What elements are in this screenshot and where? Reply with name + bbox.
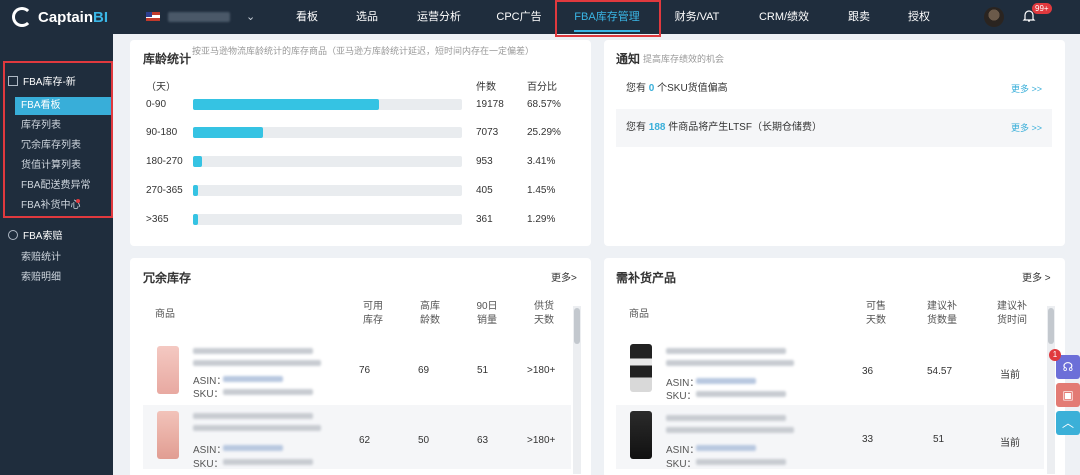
age-count: 361 — [476, 214, 493, 225]
sidebar-item-claim-details[interactable]: 索赔明细 — [0, 269, 98, 287]
age-percent: 3.41% — [527, 156, 556, 167]
chevron-up-icon: ︿ — [1061, 416, 1074, 430]
nav-finance-vat[interactable]: 财务/VAT — [672, 0, 722, 34]
nav-crm[interactable]: CRM/绩效 — [756, 0, 812, 34]
age-count: 405 — [476, 185, 493, 196]
age-bar-fill — [193, 185, 198, 196]
age-percent: 25.29% — [527, 127, 561, 138]
age-range-label: >365 — [146, 214, 169, 225]
th-suggested-qty: 建议补 货数量 — [927, 301, 957, 326]
age-range-label: 180-270 — [146, 156, 183, 167]
table-row[interactable]: ASIN： SKU： 62 50 63 >180+ — [143, 405, 571, 470]
age-card-title: 库龄统计 — [143, 52, 192, 66]
age-bar-track — [193, 99, 462, 110]
th-aged-count: 高库 龄数 — [420, 301, 440, 326]
notice-title: 通知 — [616, 52, 641, 66]
product-thumbnail — [630, 411, 652, 459]
th-product: 商品 — [155, 309, 175, 320]
age-bar-track — [193, 127, 462, 138]
top-navbar: CaptainBI ⌄ 看板 选品 运营分析 CPC广告 FBA库存管理 财务/… — [0, 0, 1080, 34]
logo[interactable]: CaptainBI — [12, 7, 108, 27]
more-link[interactable]: 更多 >> — [1011, 109, 1042, 147]
excess-title: 冗余库存 — [143, 271, 192, 285]
th-suggested-time: 建议补 货时间 — [997, 301, 1027, 326]
table-row[interactable]: ASIN： SKU： 76 69 51 >180+ — [143, 340, 571, 404]
th-90d-sales: 90日 销量 — [476, 301, 498, 326]
col-days-header: （天） — [146, 82, 176, 93]
sidebar-group-fba-claims[interactable]: FBA索赔 — [8, 227, 62, 242]
age-bar-fill — [193, 156, 203, 167]
th-sellable-days: 可售 天数 — [866, 301, 886, 326]
age-range-label: 90-180 — [146, 127, 178, 138]
nav-product-selection[interactable]: 选品 — [350, 0, 384, 34]
col-count-header: 件数 — [476, 82, 496, 93]
age-bar-fill — [193, 99, 379, 110]
notice-subtitle: 提高库存绩效的机会 — [643, 54, 725, 64]
store-name-blurred — [168, 11, 230, 22]
excess-more-link[interactable]: 更多> — [551, 269, 577, 284]
notification-badge: 99+ — [1032, 3, 1052, 14]
product-thumbnail — [157, 346, 179, 394]
replenish-scrollbar[interactable] — [1047, 306, 1055, 474]
age-range-label: 0-90 — [146, 99, 167, 110]
nav-cpc-ads[interactable]: CPC广告 — [494, 0, 544, 34]
back-to-top-button[interactable]: ︿ — [1056, 411, 1080, 435]
age-count: 953 — [476, 156, 493, 167]
age-percent: 1.29% — [527, 214, 556, 225]
float-badge: 1 — [1049, 349, 1061, 361]
highlight-box-nav — [555, 0, 661, 37]
sidebar-item-claim-stats[interactable]: 索赔统计 — [0, 249, 98, 267]
th-product: 商品 — [629, 309, 649, 320]
age-bar-fill — [193, 127, 263, 138]
headset-icon: ☊ — [1062, 360, 1074, 374]
col-pct-header: 百分比 — [527, 82, 557, 93]
table-row[interactable]: ASIN： SKU： 36 54.57 当前 — [616, 340, 1044, 404]
age-count: 7073 — [476, 127, 499, 138]
age-range-label: 270-365 — [146, 185, 183, 196]
nav-operations-analysis[interactable]: 运营分析 — [414, 0, 464, 34]
replenish-more-link[interactable]: 更多 > — [1022, 269, 1051, 284]
age-card-subtitle: 按亚马逊物流库龄统计的库存商品（亚马逊方库龄统计延迟，短时间内存在一定偏差） — [192, 46, 535, 56]
chevron-down-icon: ⌄ — [246, 11, 256, 23]
notice-row-high-value: 您有 0 个SKU货值偏高 更多 >> — [616, 70, 1052, 108]
highlight-box-sidebar — [3, 61, 113, 218]
gift-button[interactable]: ▣ — [1056, 383, 1080, 407]
nav-follow-sell[interactable]: 跟卖 — [844, 0, 874, 34]
product-thumbnail — [157, 411, 179, 459]
nav-authorization[interactable]: 授权 — [904, 0, 934, 34]
logo-icon — [12, 7, 32, 27]
age-percent: 68.57% — [527, 99, 561, 110]
nav-dashboard[interactable]: 看板 — [288, 0, 326, 34]
notice-row-ltsf: 您有 188 件商品将产生LTSF（长期仓储费） 更多 >> — [616, 109, 1052, 147]
excess-scrollbar[interactable] — [573, 306, 581, 474]
us-flag-icon — [146, 12, 160, 21]
age-bar-track — [193, 185, 462, 196]
age-count: 19178 — [476, 99, 504, 110]
age-bar-track — [193, 214, 462, 225]
age-percent: 1.45% — [527, 185, 556, 196]
th-available-stock: 可用 库存 — [363, 301, 383, 326]
table-row[interactable]: ASIN： SKU： 33 51 当前 — [616, 405, 1044, 470]
th-supply-days: 供货 天数 — [534, 301, 554, 326]
avatar[interactable] — [984, 7, 1004, 27]
age-bar-fill — [193, 214, 198, 225]
more-link[interactable]: 更多 >> — [1011, 70, 1042, 108]
product-thumbnail — [630, 344, 652, 392]
age-bar-track — [193, 156, 462, 167]
gift-icon: ▣ — [1062, 388, 1074, 402]
shield-icon — [8, 229, 18, 240]
replenish-title: 需补货产品 — [616, 271, 677, 285]
store-selector[interactable]: ⌄ — [146, 10, 255, 23]
